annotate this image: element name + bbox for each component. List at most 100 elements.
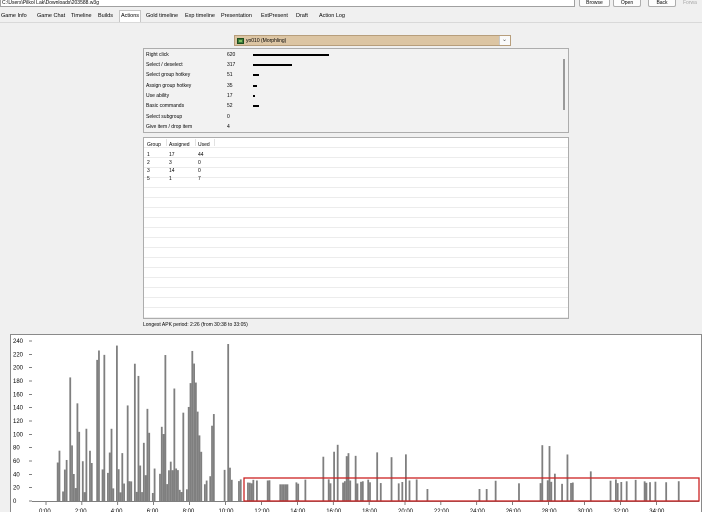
action-row: Basic commands 52 xyxy=(146,101,556,111)
table-cell: 1 xyxy=(147,152,150,158)
apm-bar xyxy=(171,470,174,501)
apm-bar xyxy=(65,459,68,501)
apm-bar xyxy=(546,480,549,501)
back-button[interactable]: Back xyxy=(648,0,676,7)
apm-bar xyxy=(200,451,203,501)
tab-game-chat[interactable]: Game Chat xyxy=(37,11,65,22)
action-count: 0 xyxy=(227,114,230,120)
apm-bar xyxy=(203,484,206,501)
browse-button[interactable]: Browse xyxy=(579,0,610,7)
apm-bar xyxy=(63,469,66,501)
apm-bar xyxy=(101,469,104,501)
actions-scrollbar[interactable] xyxy=(563,59,565,110)
forward-button[interactable]: Forwa xyxy=(683,0,697,6)
apm-bar xyxy=(281,484,283,501)
apm-bar xyxy=(356,483,359,501)
apm-bar xyxy=(609,480,612,501)
apm-bar xyxy=(71,445,73,501)
apm-bar xyxy=(570,482,572,501)
apm-bar xyxy=(518,483,520,501)
column-header-used[interactable]: Used xyxy=(198,141,210,149)
tab-timeline[interactable]: Timeline xyxy=(71,11,92,22)
apm-bar xyxy=(327,479,330,501)
apm-bar xyxy=(128,481,131,501)
apm-bar xyxy=(74,488,77,501)
player-dropdown[interactable]: yo010 (Morphling) ⌄ xyxy=(234,35,511,46)
apm-bar xyxy=(196,411,199,501)
apm-bar xyxy=(561,483,563,501)
apm-bar xyxy=(72,473,75,501)
table-cell: 7 xyxy=(198,176,201,182)
apm-bar xyxy=(333,451,335,501)
apm-bar xyxy=(85,428,88,501)
apm-bar xyxy=(108,452,111,501)
tab-actions[interactable]: Actions xyxy=(119,10,142,22)
replay-path-input[interactable]: C:\Users\Pilkol Lak\Downloads\203588.w3g xyxy=(0,0,575,7)
column-header-group[interactable]: Group xyxy=(147,141,161,149)
apm-bar xyxy=(229,467,231,501)
y-tick-label: 40 xyxy=(13,472,20,478)
apm-bar xyxy=(266,480,269,501)
action-bar xyxy=(253,95,255,97)
apm-bar xyxy=(198,435,201,501)
apm-bar xyxy=(677,481,680,501)
table-cell: 17 xyxy=(169,152,175,158)
table-cell: 14 xyxy=(169,168,175,174)
apm-bar xyxy=(227,344,230,501)
action-count: 17 xyxy=(227,93,233,99)
action-bar xyxy=(253,54,329,56)
apm-bar xyxy=(643,481,646,501)
apm-bar xyxy=(142,442,145,501)
apm-bar xyxy=(76,403,79,501)
apm-bar xyxy=(177,470,179,501)
player-dropdown-value: yo010 (Morphling) xyxy=(246,38,287,44)
apm-bar xyxy=(247,482,249,501)
apm-bar xyxy=(159,473,161,501)
apm-bar xyxy=(369,482,371,501)
action-bar xyxy=(253,105,259,107)
open-button[interactable]: Open xyxy=(613,0,641,7)
apm-bar xyxy=(205,480,208,501)
tab-game-info[interactable]: Game Info xyxy=(1,11,27,22)
apm-bar xyxy=(126,405,129,501)
apm-bar xyxy=(256,480,258,501)
action-count: 52 xyxy=(227,103,233,109)
apm-bar xyxy=(62,491,64,501)
apm-chart-canvas: 0204060801001201401601802002202400:00 2:0… xyxy=(13,339,700,512)
tab-strip-divider xyxy=(0,22,702,23)
tab-action-log[interactable]: Action Log xyxy=(319,11,345,22)
apm-bar xyxy=(164,355,167,501)
apm-bar xyxy=(634,479,637,501)
apm-bar xyxy=(620,482,623,501)
y-tick-label: 220 xyxy=(13,352,24,358)
tab-draft[interactable]: Draft xyxy=(296,11,308,22)
apm-bar xyxy=(58,450,61,501)
tab-gold-timeline[interactable]: Gold timeline xyxy=(146,11,178,22)
tab-builds[interactable]: Builds xyxy=(98,11,113,22)
actions-breakdown: Right click 620 Select / deselect 317 Se… xyxy=(143,48,569,133)
action-count: 4 xyxy=(227,124,230,130)
apm-bar xyxy=(144,475,147,501)
apm-bar xyxy=(571,482,574,501)
apm-bar xyxy=(297,483,300,501)
action-row: Right click 620 xyxy=(146,50,556,60)
apm-bar xyxy=(130,481,133,501)
apm-bar xyxy=(89,450,91,501)
apm-bar xyxy=(654,481,657,501)
apm-bar xyxy=(347,453,350,501)
action-label: Right click xyxy=(146,52,169,58)
apm-bar xyxy=(186,489,188,501)
apm-bar xyxy=(78,431,81,501)
column-header-assigned[interactable]: Assigned xyxy=(169,141,190,149)
tab-extpresent[interactable]: ExtPresent xyxy=(261,11,288,22)
apm-bar xyxy=(329,483,332,501)
tab-exp-timeline[interactable]: Exp timeline xyxy=(185,11,215,22)
action-bar xyxy=(253,74,259,76)
apm-bar xyxy=(81,461,84,501)
apm-bar xyxy=(376,452,379,501)
apm-bar xyxy=(121,453,124,501)
apm-bar xyxy=(625,481,628,501)
tab-presentation[interactable]: Presentation xyxy=(221,11,252,22)
dropdown-toggle[interactable]: ⌄ xyxy=(499,36,510,45)
apm-bar xyxy=(182,412,185,501)
